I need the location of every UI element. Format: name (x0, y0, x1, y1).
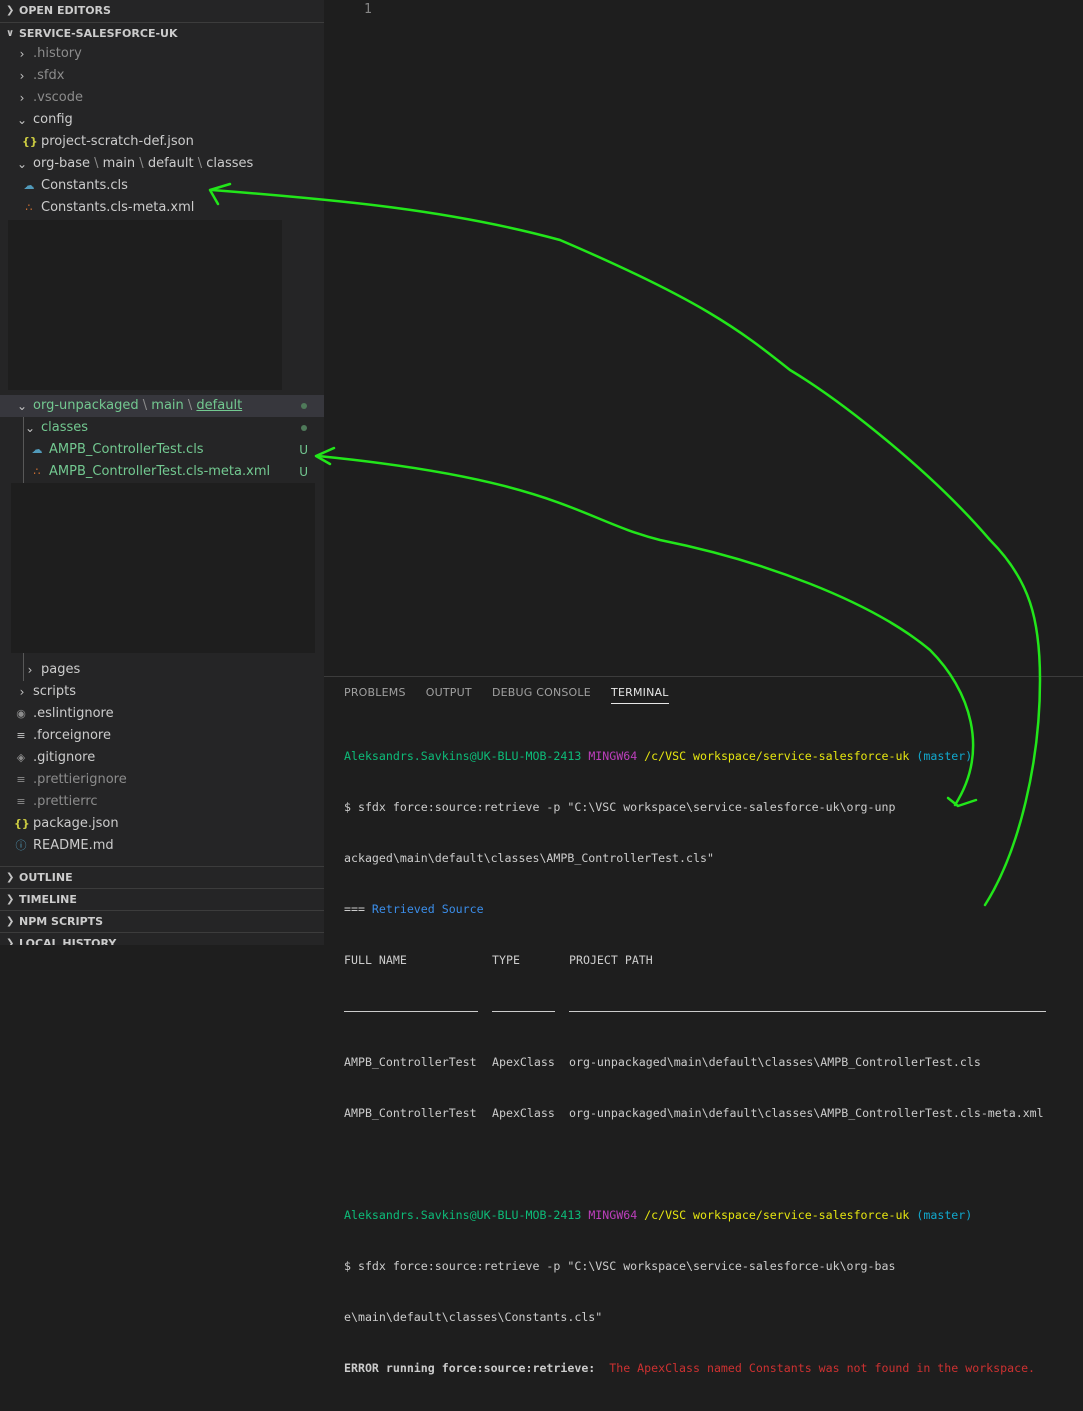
tree-folder-sfdx[interactable]: › .sfdx (0, 65, 324, 87)
chevron-right-icon: › (19, 47, 25, 61)
terminal-prompt: Aleksandrs.Savkins@UK-BLU-MOB-2413 MINGW… (344, 749, 973, 763)
xml-rss-icon: ∴ (33, 465, 41, 478)
retrieved-source-heading: === Retrieved Source (344, 902, 484, 916)
path-segment: classes (206, 156, 254, 171)
explorer-sidebar: ❯ OPEN EDITORS ∨ SERVICE-SALESFORCE-UK ›… (0, 0, 324, 945)
path-segment: default (196, 398, 243, 413)
tab-output[interactable]: OUTPUT (426, 686, 472, 703)
path-segment: main (151, 398, 184, 413)
terminal-command: e\main\default\classes\Constants.cls" (344, 1310, 603, 1324)
xml-rss-icon: ∴ (25, 201, 33, 214)
tab-terminal[interactable]: TERMINAL (611, 686, 669, 704)
tree-file-constants-meta[interactable]: ∴ Constants.cls-meta.xml (0, 197, 324, 219)
tree-folder-config[interactable]: ⌄ config (0, 109, 324, 131)
tree-file-prettierrc[interactable]: ≡ .prettierrc (0, 791, 324, 813)
tree-file-ampb-meta[interactable]: ∴ AMPB_ControllerTest.cls-meta.xml U (0, 461, 324, 483)
chevron-right-icon: ❯ (6, 5, 15, 16)
terminal-command: ackaged\main\default\classes\AMPB_Contro… (344, 851, 714, 865)
panel-tabs: PROBLEMS OUTPUT DEBUG CONSOLE TERMINAL (344, 685, 685, 705)
untracked-badge: U (299, 465, 308, 479)
chevron-right-icon: ❯ (6, 916, 15, 927)
tab-problems[interactable]: PROBLEMS (344, 686, 406, 703)
chevron-right-icon: ❯ (6, 872, 15, 883)
chevron-down-icon: ⌄ (16, 157, 28, 171)
chevron-down-icon: ⌄ (16, 113, 28, 127)
terminal-error: ERROR running force:source:retrieve: The… (344, 1361, 1036, 1375)
npm-scripts-header[interactable]: ❯ NPM SCRIPTS (0, 910, 324, 932)
tree-folder-classes[interactable]: ⌄ classes (0, 417, 324, 439)
timeline-header[interactable]: ❯ TIMELINE (0, 888, 324, 910)
editor-area[interactable]: 1 (324, 0, 1083, 676)
tree-file-ampb[interactable]: ☁ AMPB_ControllerTest.cls U (0, 439, 324, 461)
indent-guide (23, 417, 24, 483)
terminal-command: $ sfdx force:source:retrieve -p "C:\VSC … (344, 800, 896, 814)
table-row: AMPB_ControllerTest ApexClass org-unpackag… (344, 1055, 981, 1069)
chevron-right-icon: › (19, 91, 25, 105)
tree-file-gitignore[interactable]: ◈ .gitignore (0, 747, 324, 769)
terminal-prompt: Aleksandrs.Savkins@UK-BLU-MOB-2413 MINGW… (344, 1208, 973, 1222)
chevron-right-icon: ❯ (6, 938, 15, 945)
tree-file-eslintignore[interactable]: ◉ .eslintignore (0, 703, 324, 725)
chevron-down-icon: ⌄ (24, 421, 36, 435)
tree-folder-pages[interactable]: › pages (0, 659, 324, 681)
chevron-right-icon: › (19, 685, 25, 699)
tree-file-readme[interactable]: ⓘ README.md (0, 835, 324, 857)
modified-dot-icon (301, 425, 307, 431)
table-rule (344, 1003, 1074, 1020)
apex-cloud-icon: ☁ (31, 443, 43, 456)
path-segment: org-unpackaged (33, 398, 139, 413)
path-segment: org-base (33, 156, 91, 171)
redacted-area (8, 220, 282, 390)
tree-folder-scripts[interactable]: › scripts (0, 681, 324, 703)
json-icon: {} (14, 817, 30, 830)
text-file-icon: ≡ (16, 729, 26, 742)
tree-folder-vscode[interactable]: › .vscode (0, 87, 324, 109)
gear-icon: ◉ (16, 707, 26, 720)
tree-folder-org-unpackaged[interactable]: ⌄ org-unpackaged \ main \ default (0, 395, 324, 417)
bottom-panel: PROBLEMS OUTPUT DEBUG CONSOLE TERMINAL A… (324, 676, 1083, 1375)
untracked-badge: U (299, 443, 308, 457)
chevron-down-icon: ⌄ (16, 399, 28, 413)
terminal-command: $ sfdx force:source:retrieve -p "C:\VSC … (344, 1259, 896, 1273)
text-file-icon: ≡ (16, 795, 26, 808)
text-file-icon: ≡ (16, 773, 26, 786)
tree-file-constants[interactable]: ☁ Constants.cls (0, 175, 324, 197)
info-icon: ⓘ (15, 839, 27, 852)
chevron-down-icon: ∨ (6, 28, 15, 39)
local-history-header[interactable]: ❯ LOCAL HISTORY (0, 932, 324, 945)
terminal-output[interactable]: Aleksandrs.Savkins@UK-BLU-MOB-2413 MINGW… (344, 714, 1074, 1411)
outline-header[interactable]: ❯ OUTLINE (0, 866, 324, 888)
table-row: AMPB_ControllerTest ApexClass org-unpackag… (344, 1106, 1044, 1120)
path-segment: default (147, 156, 194, 171)
chevron-right-icon: › (27, 663, 33, 677)
modified-dot-icon (301, 403, 307, 409)
json-icon: {} (22, 135, 38, 148)
open-editors-header[interactable]: ❯ OPEN EDITORS (0, 0, 324, 22)
chevron-right-icon: ❯ (6, 894, 15, 905)
tree-folder-org-base[interactable]: ⌄ org-base \ main \ default \ classes (0, 153, 324, 175)
path-segment: main (102, 156, 136, 171)
table-header: FULL NAME TYPE PROJECT PATH (344, 953, 653, 967)
line-number: 1 (364, 2, 372, 17)
tree-file-scratch-def[interactable]: {} project-scratch-def.json (0, 131, 324, 153)
tree-file-forceignore[interactable]: ≡ .forceignore (0, 725, 324, 747)
chevron-right-icon: › (19, 69, 25, 83)
tree-file-prettierignore[interactable]: ≡ .prettierignore (0, 769, 324, 791)
tree-folder-history[interactable]: › .history (0, 43, 324, 65)
tab-debug-console[interactable]: DEBUG CONSOLE (492, 686, 591, 703)
git-icon: ◈ (16, 751, 26, 764)
apex-cloud-icon: ☁ (23, 179, 35, 192)
redacted-area (11, 483, 315, 653)
workspace-header[interactable]: ∨ SERVICE-SALESFORCE-UK (0, 22, 324, 44)
tree-file-package-json[interactable]: {} package.json (0, 813, 324, 835)
